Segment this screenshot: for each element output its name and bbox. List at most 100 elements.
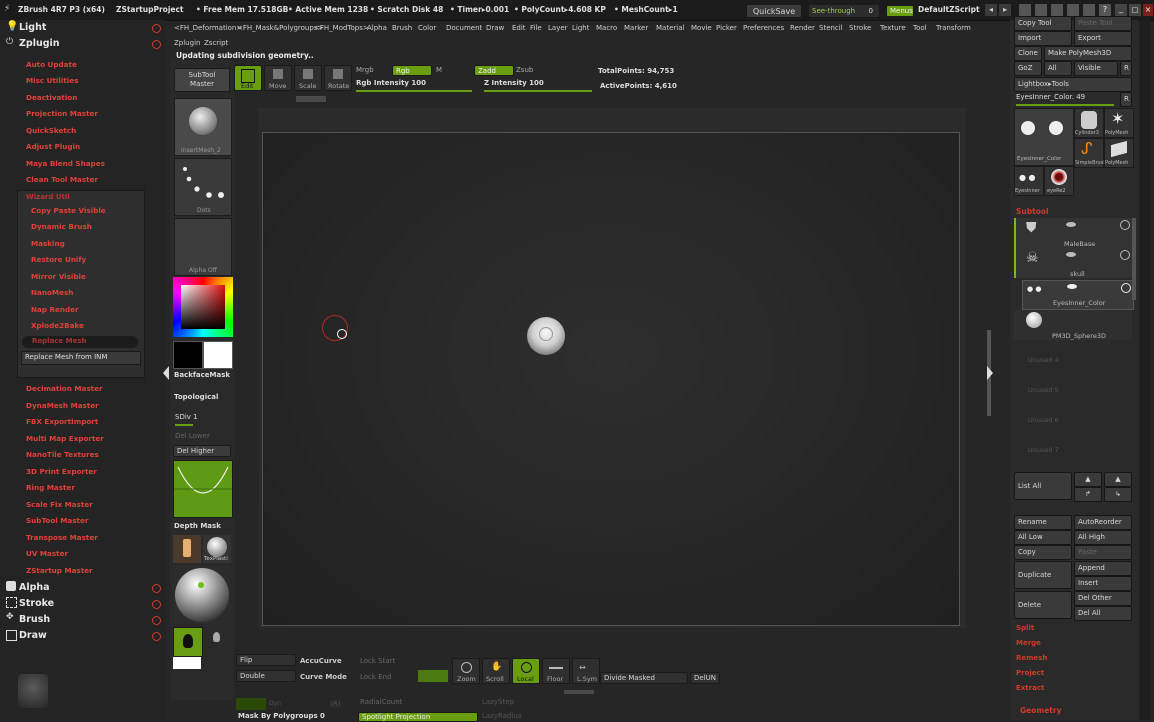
rotate-button[interactable]: Rotate xyxy=(324,65,352,91)
move-down-arrow-icon[interactable]: ↱ xyxy=(1074,487,1102,502)
radialcount-slider[interactable]: RadialCount xyxy=(360,698,402,706)
paste-button[interactable]: Paste xyxy=(1074,545,1132,560)
subtool-row-pm3d-sphere3d[interactable]: PM3D_Sphere3D xyxy=(1014,310,1132,340)
wizard-util-header[interactable]: Wizard Util xyxy=(26,193,70,201)
scale-button[interactable]: Scale xyxy=(294,65,322,91)
wizard-mirror-visible[interactable]: Mirror Visible xyxy=(31,272,86,281)
sdiv-slider[interactable]: SDiv 1 xyxy=(173,412,231,426)
backface-mask-label[interactable]: BackfaceMask xyxy=(174,371,230,379)
brush-thumbnail[interactable]: InsertMesh_2 xyxy=(174,98,232,156)
curve-mode-toggle[interactable]: Curve Mode xyxy=(300,673,347,681)
list-all-button[interactable]: List All xyxy=(1014,472,1072,500)
light-pin-icon[interactable] xyxy=(152,24,161,33)
menu-brush[interactable]: Brush xyxy=(392,24,412,32)
depth-mask-label[interactable]: Depth Mask xyxy=(174,522,221,530)
goz-visible-button[interactable]: Visible xyxy=(1074,61,1118,76)
zplugin-pin-icon[interactable] xyxy=(152,40,161,49)
menu-movie[interactable]: Movie xyxy=(691,24,712,32)
copy-tool-button[interactable]: Copy Tool xyxy=(1014,16,1072,31)
lazystep-slider[interactable]: LazyStep xyxy=(482,698,514,706)
move-up2-arrow-icon[interactable]: ▲ xyxy=(1104,472,1132,487)
menu-zscript[interactable]: Zscript xyxy=(204,39,228,47)
lock-end-toggle[interactable]: Lock End xyxy=(360,673,392,681)
arrow-left-icon[interactable]: ◂ xyxy=(985,4,997,16)
plugin-multi-map-exporter[interactable]: Multi Map Exporter xyxy=(26,434,104,443)
menu-material[interactable]: Material xyxy=(656,24,684,32)
delun-button[interactable]: DelUN xyxy=(690,672,720,684)
geometry-menu[interactable]: Geometry xyxy=(1020,706,1061,715)
subtool-row-skull[interactable]: ☠ skull xyxy=(1014,248,1132,278)
copy-button[interactable]: Copy xyxy=(1014,545,1072,560)
plugin-uv-master[interactable]: UV Master xyxy=(26,549,68,558)
menu-document[interactable]: Document xyxy=(446,24,482,32)
menu-tool[interactable]: Tool xyxy=(913,24,927,32)
del-higher-button[interactable]: Del Higher xyxy=(173,445,231,457)
plugin-decimation-master[interactable]: Decimation Master xyxy=(26,384,103,393)
dyn-toggle[interactable]: Dyn xyxy=(236,698,281,710)
topological-label[interactable]: Topological xyxy=(174,393,218,401)
plugin-subtool-master[interactable]: SubTool Master xyxy=(26,516,88,525)
plugin-adjust-plugin[interactable]: Adjust Plugin xyxy=(26,142,80,151)
eye-sphere-model[interactable] xyxy=(527,317,565,355)
tool-thumb-cylinder3[interactable]: Cylinder3 xyxy=(1074,108,1104,138)
subtool-eye-icon[interactable] xyxy=(1066,222,1076,227)
plugin-ring-master[interactable]: Ring Master xyxy=(26,483,75,492)
maximize-icon[interactable]: □ xyxy=(1129,4,1141,16)
primary-color-swatch[interactable] xyxy=(173,341,203,369)
all-low-button[interactable]: All Low xyxy=(1014,530,1072,545)
texture-thumbnail[interactable]: TexPlasti xyxy=(203,535,231,563)
plugin-3d-print-exporter[interactable]: 3D Print Exporter xyxy=(26,467,97,476)
draw-pin-icon[interactable] xyxy=(152,632,161,641)
subtool-list-scrollbar[interactable] xyxy=(1132,218,1136,300)
wizard-nap-render[interactable]: Nap Render xyxy=(31,305,79,314)
edit-button[interactable]: Edit xyxy=(234,65,262,91)
accucurve-toggle[interactable]: AccuCurve xyxy=(300,657,342,665)
plugin-clean-tool-master[interactable]: Clean Tool Master xyxy=(26,175,98,184)
plugin-misc-utilities[interactable]: Misc Utilities xyxy=(26,76,78,85)
stroke-thumbnail[interactable]: Dots xyxy=(174,158,232,216)
layout-4-icon[interactable] xyxy=(1067,4,1079,16)
plugin-zstartup-master[interactable]: ZStartup Master xyxy=(26,566,93,575)
subtool-header[interactable]: Subtool xyxy=(1016,207,1049,216)
wizard-xplode2bake[interactable]: Xplode2Bake xyxy=(31,321,84,330)
layout-3-icon[interactable] xyxy=(1051,4,1063,16)
replace-mesh-inm-button[interactable]: Replace Mesh from INM xyxy=(21,351,141,365)
plugin-fbx-exportimport[interactable]: FBX ExportImport xyxy=(26,417,98,426)
merge-menu[interactable]: Merge xyxy=(1016,639,1041,647)
project-menu[interactable]: Project xyxy=(1016,669,1044,677)
bottom-scroll-handle[interactable] xyxy=(564,690,594,694)
all-high-button[interactable]: All High xyxy=(1074,530,1132,545)
menu-light[interactable]: Light xyxy=(572,24,589,32)
layout-1-icon[interactable] xyxy=(1019,4,1031,16)
wizard-copy-paste-visible[interactable]: Copy Paste Visible xyxy=(31,206,106,215)
light-source-icon[interactable] xyxy=(213,632,220,642)
shelf-scroll-handle[interactable] xyxy=(296,96,326,102)
menu-draw[interactable]: Draw xyxy=(486,24,504,32)
document-canvas[interactable] xyxy=(258,108,966,628)
zadd-toggle[interactable]: Zadd xyxy=(474,65,514,76)
plugin-nanotile-textures[interactable]: NanoTile Textures xyxy=(26,450,99,459)
menu-macro[interactable]: Macro xyxy=(596,24,617,32)
menu-transform[interactable]: Transform xyxy=(936,24,971,32)
remesh-menu[interactable]: Remesh xyxy=(1016,654,1047,662)
wizard-masking[interactable]: Masking xyxy=(31,239,65,248)
menus-toggle[interactable]: Menus xyxy=(886,5,914,17)
current-tool-slider[interactable]: EyesInner_Color. 49 xyxy=(1014,92,1118,106)
rename-button[interactable]: Rename xyxy=(1014,515,1072,530)
move-button[interactable]: Move xyxy=(264,65,292,91)
material-thumbnail[interactable] xyxy=(173,566,231,624)
zoom-button[interactable]: Zoom xyxy=(452,658,480,684)
subtool-row-malebase[interactable]: ⛊ MaleBase xyxy=(1014,218,1132,248)
append-button[interactable]: Append xyxy=(1074,561,1132,576)
plugin-projection-master[interactable]: Projection Master xyxy=(26,109,98,118)
menu-marker[interactable]: Marker xyxy=(624,24,648,32)
split-menu[interactable]: Split xyxy=(1016,624,1034,632)
scroll-button[interactable]: ✋ Scroll xyxy=(482,658,510,684)
lazyradius-slider[interactable]: LazyRadius xyxy=(482,712,521,720)
wizard-nanomesh[interactable]: NanoMesh xyxy=(31,288,73,297)
clone-button[interactable]: Clone xyxy=(1014,46,1042,61)
plugin-quicksketch[interactable]: QuickSketch xyxy=(26,126,76,135)
divide-masked-button[interactable]: Divide Masked xyxy=(600,672,688,684)
secondary-color-swatch[interactable] xyxy=(203,341,233,369)
mask-by-polygroups-slider[interactable]: Mask By Polygroups 0 xyxy=(238,712,325,720)
